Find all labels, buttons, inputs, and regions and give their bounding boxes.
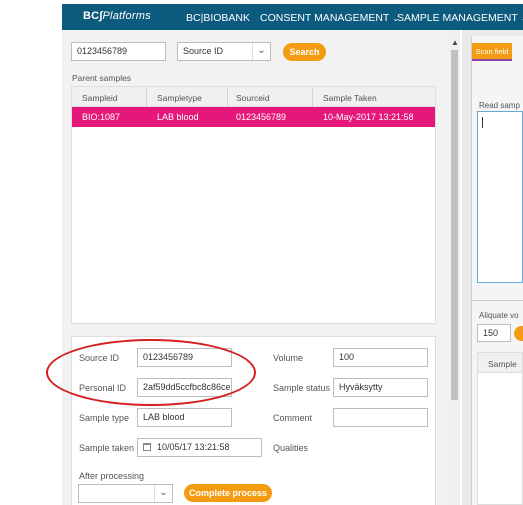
- sample-type-label: Sample type: [79, 413, 130, 423]
- aliquote-table-header: Sample: [478, 353, 522, 373]
- after-processing-label: After processing: [79, 471, 145, 481]
- sample-taken-value: 10/05/17 13:21:58: [157, 442, 230, 452]
- column-header-sourceid[interactable]: Sourceid: [236, 93, 270, 103]
- top-navbar: BC∫Platforms BC|BIOBANK CONSENT MANAGEME…: [62, 4, 523, 30]
- volume-label: Volume: [273, 353, 304, 363]
- complete-process-label: Complete process: [188, 488, 268, 498]
- parent-samples-table: Sampleid Sampletype Sourceid Sample Take…: [71, 86, 436, 324]
- search-input-value: 0123456789: [77, 46, 128, 56]
- volume-field[interactable]: 100: [333, 348, 428, 367]
- after-processing-select[interactable]: ⌄: [78, 484, 173, 503]
- column-divider: [312, 87, 313, 107]
- chevron-down-icon: ⌄: [154, 485, 172, 502]
- scrollbar-thumb[interactable]: [451, 50, 458, 400]
- cell-sample-taken: 10-May-2017 13:21:58: [323, 112, 414, 122]
- complete-process-button[interactable]: Complete process: [184, 484, 272, 502]
- parent-samples-heading: Parent samples: [72, 73, 132, 83]
- annotation-ellipse: [46, 339, 256, 406]
- sample-status-field[interactable]: Hyväksytty: [333, 378, 428, 397]
- sample-taken-field[interactable]: 10/05/17 13:21:58: [137, 438, 262, 457]
- sample-status-label: Sample status: [273, 383, 331, 393]
- cell-sampletype: LAB blood: [157, 112, 199, 122]
- table-header: Sampleid Sampletype Sourceid Sample Take…: [72, 87, 435, 107]
- read-sample-label: Read samp: [479, 101, 520, 110]
- column-header-sampletype[interactable]: Sampletype: [157, 93, 202, 103]
- column-header-sample-taken[interactable]: Sample Taken: [323, 93, 377, 103]
- aliquote-table: Sample: [477, 352, 523, 505]
- search-button-label: Search: [289, 47, 320, 57]
- column-header-sample[interactable]: Sample: [488, 359, 517, 369]
- nav-item-biobank[interactable]: BC|BIOBANK: [186, 12, 250, 24]
- aliquote-action-button[interactable]: [514, 326, 523, 341]
- comment-field[interactable]: [333, 408, 428, 427]
- divider: [471, 300, 523, 301]
- sample-taken-label: Sample taken: [79, 443, 135, 453]
- scroll-up-arrow-icon[interactable]: ▲: [450, 38, 460, 47]
- logo-bold-text: BC: [83, 10, 100, 22]
- qualities-label: Qualities: [273, 443, 309, 453]
- table-row[interactable]: BIO:1087 LAB blood 0123456789 10-May-201…: [72, 107, 435, 127]
- nav-item-label: SAMPLE MANAGEMENT: [397, 12, 518, 24]
- logo-thin-text: Platforms: [102, 10, 151, 22]
- nav-item-label: CONSENT MANAGEMENT: [260, 12, 390, 24]
- column-header-sampleid[interactable]: Sampleid: [82, 93, 117, 103]
- cell-sourceid: 0123456789: [236, 112, 287, 122]
- chevron-down-icon: ⌄: [252, 43, 270, 60]
- cell-sampleid: BIO:1087: [82, 112, 121, 122]
- nav-item-label: BC|BIOBANK: [186, 12, 250, 24]
- column-divider: [227, 87, 228, 107]
- scan-field-button[interactable]: Scan field: [472, 43, 512, 61]
- nav-item-sample-management[interactable]: SAMPLE MANAGEMENT⌄: [397, 12, 523, 24]
- search-type-select[interactable]: Source ID ⌄: [177, 42, 271, 61]
- search-input[interactable]: 0123456789: [71, 42, 166, 61]
- aliquote-volume-field[interactable]: 150: [477, 324, 511, 342]
- sample-type-field[interactable]: LAB blood: [137, 408, 232, 427]
- brand-logo[interactable]: BC∫Platforms: [83, 10, 151, 22]
- comment-label: Comment: [273, 413, 313, 423]
- aliquote-volume-value: 150: [483, 328, 499, 338]
- nav-item-consent-management[interactable]: CONSENT MANAGEMENT ⌄: [260, 12, 399, 24]
- sample-status-value: Hyväksytty: [339, 382, 383, 392]
- text-cursor: [482, 117, 483, 128]
- sample-type-value: LAB blood: [143, 412, 185, 422]
- volume-value: 100: [339, 352, 355, 362]
- read-sample-textarea[interactable]: [477, 111, 523, 283]
- aliquote-volume-label: Aliquate vo: [479, 311, 519, 320]
- scan-field-label: Scan field: [475, 47, 509, 56]
- search-type-selected: Source ID: [183, 46, 224, 56]
- search-button[interactable]: Search: [283, 43, 326, 61]
- calendar-icon[interactable]: [143, 443, 151, 451]
- column-divider: [146, 87, 147, 107]
